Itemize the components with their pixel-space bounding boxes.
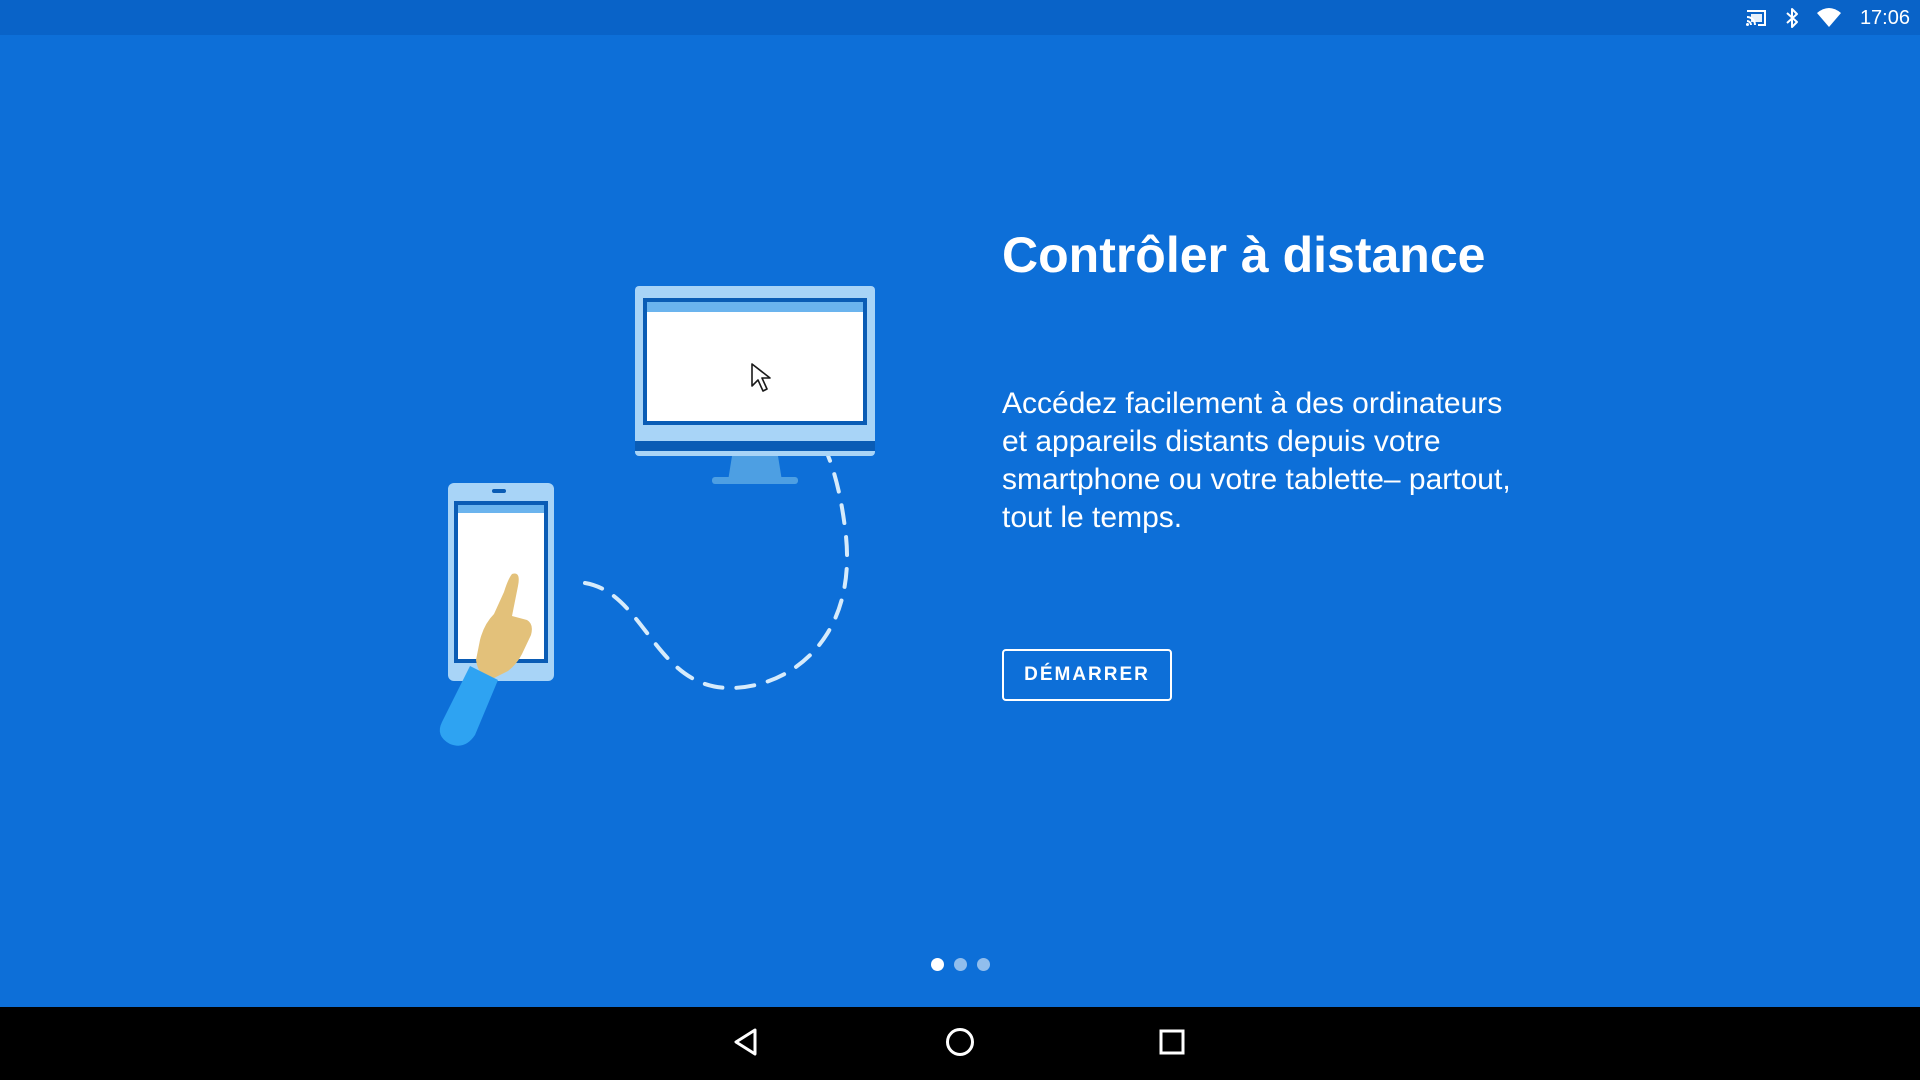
page-dot-2[interactable] [953, 958, 967, 971]
page-indicator [0, 958, 1920, 971]
onboarding-content: Contrôler à distance Accédez facilement … [0, 35, 1920, 1007]
recents-icon [1158, 1028, 1186, 1061]
page-dot-1[interactable] [930, 958, 944, 971]
recents-button[interactable] [1148, 1020, 1196, 1068]
back-icon [731, 1027, 761, 1062]
bluetooth-icon [1780, 6, 1804, 30]
status-bar: 17:06 [0, 0, 1920, 35]
status-icons: 17:06 [1744, 5, 1910, 31]
status-time: 17:06 [1859, 6, 1910, 29]
remote-control-illustration [430, 248, 890, 768]
onboarding-title: Contrôler à distance [1002, 227, 1486, 283]
navigation-bar [0, 1007, 1920, 1080]
wifi-icon [1816, 6, 1841, 30]
cast-icon [1744, 6, 1768, 30]
back-button[interactable] [722, 1020, 770, 1068]
home-button[interactable] [936, 1020, 984, 1068]
monitor-icon [635, 286, 875, 484]
page-dot-3[interactable] [976, 958, 990, 971]
onboarding-description: Accédez facilement à des ordinateurs et … [1002, 387, 1511, 534]
home-icon [944, 1026, 976, 1063]
start-button[interactable]: DÉMARRER [1002, 649, 1172, 701]
app-screen: 17:06 Contrôler à distance Accédez facil… [0, 0, 1920, 1080]
